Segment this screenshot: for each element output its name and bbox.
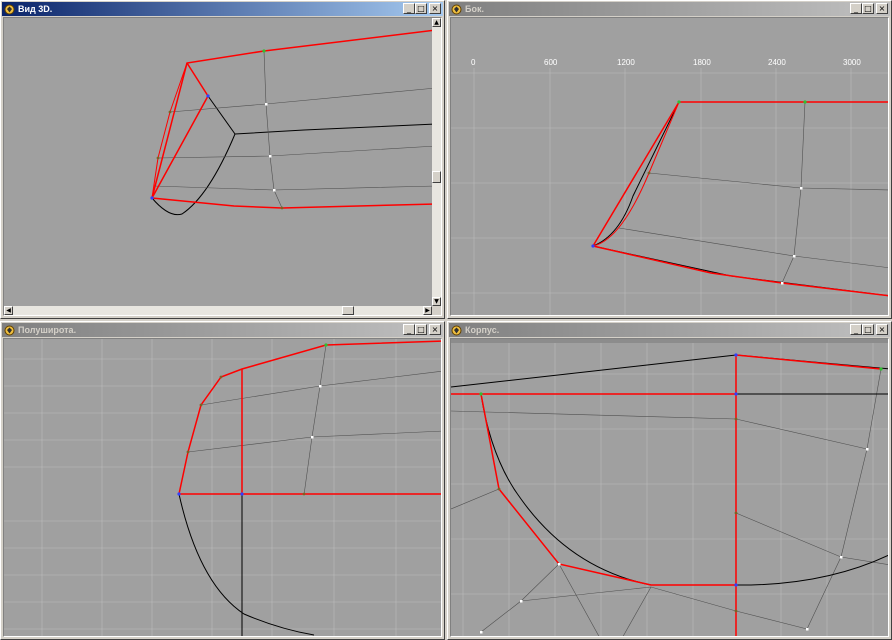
window-controls: _ □ ×: [403, 3, 441, 14]
maximize-button[interactable]: □: [415, 3, 427, 14]
app-icon: [4, 325, 15, 335]
maximize-button[interactable]: □: [415, 324, 427, 335]
window-side-view[interactable]: Бок. _ □ × 0 600 1200 1800 2400 3000: [447, 0, 892, 319]
control-line: [451, 488, 560, 633]
hull-bottom-curve: [592, 245, 888, 297]
model-canvas-half-breadth[interactable]: [4, 339, 442, 637]
window-title: Корпус.: [465, 325, 500, 335]
ruler-tick-label: 0: [471, 58, 476, 67]
control-line: [169, 87, 436, 113]
vertical-scrollbar[interactable]: ▲ ▼: [432, 18, 441, 306]
control-line: [648, 172, 888, 191]
window-view-3d[interactable]: Вид 3D. _ □ × ▲ ▼ ◀ ▶: [0, 0, 445, 319]
control-line: [303, 344, 327, 496]
model-canvas-side[interactable]: [451, 18, 889, 316]
title-bar-side-view[interactable]: Бок. _ □ ×: [449, 2, 890, 16]
ruler-tick-label: 3000: [843, 58, 861, 67]
ruler-tick-label: 600: [544, 58, 558, 67]
ruler-tick-label: 1200: [617, 58, 635, 67]
hull-edge: [480, 393, 736, 586]
window-title: Полуширота.: [18, 325, 77, 335]
hull-edge: [151, 29, 436, 199]
grid-lines: [451, 68, 888, 315]
app-icon: [451, 4, 462, 14]
viewport-view-3d[interactable]: ▲ ▼ ◀ ▶: [3, 17, 442, 316]
control-line: [157, 145, 436, 159]
control-line: [520, 586, 808, 630]
control-line: [558, 563, 600, 636]
horizontal-scrollbar[interactable]: ◀ ▶: [4, 306, 432, 315]
scroll-right-button[interactable]: ▶: [423, 306, 432, 315]
hull-sheer-curve: [451, 354, 888, 388]
window-controls: _ □ ×: [403, 324, 441, 335]
title-bar-half-breadth[interactable]: Полуширота. _ □ ×: [2, 323, 443, 337]
close-button[interactable]: ×: [876, 3, 888, 14]
window-body-plan[interactable]: Корпус. _ □ ×: [447, 321, 892, 640]
horizontal-scroll-thumb[interactable]: [342, 306, 354, 315]
control-line: [263, 50, 283, 209]
control-line: [622, 586, 652, 636]
window-controls: _ □ ×: [850, 324, 888, 335]
viewport-side-view[interactable]: 0 600 1200 1800 2400 3000: [450, 17, 889, 316]
scroll-down-button[interactable]: ▼: [432, 297, 441, 306]
minimize-button[interactable]: _: [403, 324, 415, 335]
control-line: [153, 185, 436, 191]
hull-edge: [592, 245, 888, 297]
control-points: [479, 353, 883, 634]
hull-edge: [592, 101, 680, 247]
hull-edge: [178, 340, 441, 495]
grid-lines: [4, 339, 441, 636]
window-title: Бок.: [465, 4, 484, 14]
app-icon: [4, 4, 15, 14]
hull-edge: [735, 354, 882, 370]
control-line: [806, 368, 882, 630]
ruler-strip: [451, 339, 888, 343]
minimize-button[interactable]: _: [850, 3, 862, 14]
close-button[interactable]: ×: [429, 324, 441, 335]
viewport-body-plan[interactable]: [450, 338, 889, 637]
hull-waterline-curve: [178, 493, 315, 636]
minimize-button[interactable]: _: [850, 324, 862, 335]
control-line: [618, 227, 888, 268]
scroll-left-button[interactable]: ◀: [4, 306, 13, 315]
hull-deck-curve: [234, 123, 436, 135]
close-button[interactable]: ×: [876, 324, 888, 335]
model-canvas-body-plan[interactable]: [451, 339, 889, 637]
hull-stem-inner: [207, 95, 236, 135]
window-half-breadth[interactable]: Полуширота. _ □ ×: [0, 321, 445, 640]
window-title: Вид 3D.: [18, 4, 53, 14]
scrollbar-corner: [432, 306, 441, 315]
scroll-up-button[interactable]: ▲: [432, 18, 441, 27]
ruler-tick-label: 2400: [768, 58, 786, 67]
hull-section-curve: [480, 393, 888, 586]
maximize-button[interactable]: □: [862, 3, 874, 14]
ruler-tick-label: 1800: [693, 58, 711, 67]
title-bar-body-plan[interactable]: Корпус. _ □ ×: [449, 323, 890, 337]
model-canvas-3d[interactable]: [4, 18, 436, 308]
title-bar-view-3d[interactable]: Вид 3D. _ □ ×: [2, 2, 443, 16]
app-icon: [451, 325, 462, 335]
control-line: [735, 418, 868, 450]
control-line: [187, 430, 441, 453]
maximize-button[interactable]: □: [862, 324, 874, 335]
close-button[interactable]: ×: [429, 3, 441, 14]
window-controls: _ □ ×: [850, 3, 888, 14]
viewport-half-breadth[interactable]: [3, 338, 442, 637]
vertical-scroll-thumb[interactable]: [432, 171, 441, 183]
minimize-button[interactable]: _: [403, 3, 415, 14]
